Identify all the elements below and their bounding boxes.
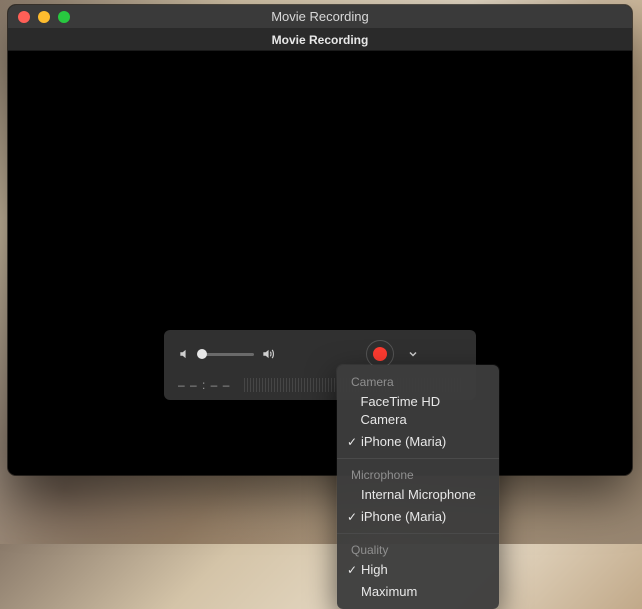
menu-header-microphone: Microphone: [337, 464, 499, 484]
document-title: Movie Recording: [272, 33, 369, 47]
recording-options-menu: Camera ✓ FaceTime HD Camera ✓ iPhone (Ma…: [337, 365, 499, 609]
time-elapsed: – – : – –: [178, 378, 230, 392]
options-menu-button[interactable]: [404, 348, 422, 360]
menu-item-quality-high[interactable]: ✓ High: [337, 559, 499, 581]
video-preview: – – : – –: [8, 51, 632, 475]
menu-item-label: iPhone (Maria): [361, 508, 446, 526]
check-icon: ✓: [345, 508, 359, 526]
menu-item-mic-internal[interactable]: ✓ Internal Microphone: [337, 484, 499, 506]
volume-low-icon: [178, 347, 192, 361]
menu-item-mic-iphone[interactable]: ✓ iPhone (Maria): [337, 506, 499, 528]
document-title-bar: Movie Recording: [8, 29, 632, 51]
record-button[interactable]: [366, 340, 394, 368]
check-icon: ✓: [345, 561, 359, 579]
menu-header-quality: Quality: [337, 539, 499, 559]
volume-thumb[interactable]: [197, 349, 207, 359]
menu-item-camera-facetime[interactable]: ✓ FaceTime HD Camera: [337, 391, 499, 431]
menu-item-label: FaceTime HD Camera: [360, 393, 485, 429]
menu-item-label: Maximum: [361, 583, 417, 601]
menu-item-quality-maximum[interactable]: ✓ Maximum: [337, 581, 499, 603]
volume-slider[interactable]: [178, 347, 276, 361]
volume-track[interactable]: [198, 353, 254, 356]
app-window: Movie Recording Movie Recording: [8, 5, 632, 475]
volume-high-icon: [260, 347, 276, 361]
menu-separator: [337, 458, 499, 459]
menu-item-label: iPhone (Maria): [361, 433, 446, 451]
menu-header-camera: Camera: [337, 371, 499, 391]
menu-item-label: Internal Microphone: [361, 486, 476, 504]
menu-item-camera-iphone[interactable]: ✓ iPhone (Maria): [337, 431, 499, 453]
menu-separator: [337, 533, 499, 534]
window-title: Movie Recording: [8, 9, 632, 24]
titlebar[interactable]: Movie Recording: [8, 5, 632, 29]
menu-item-label: High: [361, 561, 388, 579]
record-icon: [373, 347, 387, 361]
check-icon: ✓: [345, 433, 359, 451]
